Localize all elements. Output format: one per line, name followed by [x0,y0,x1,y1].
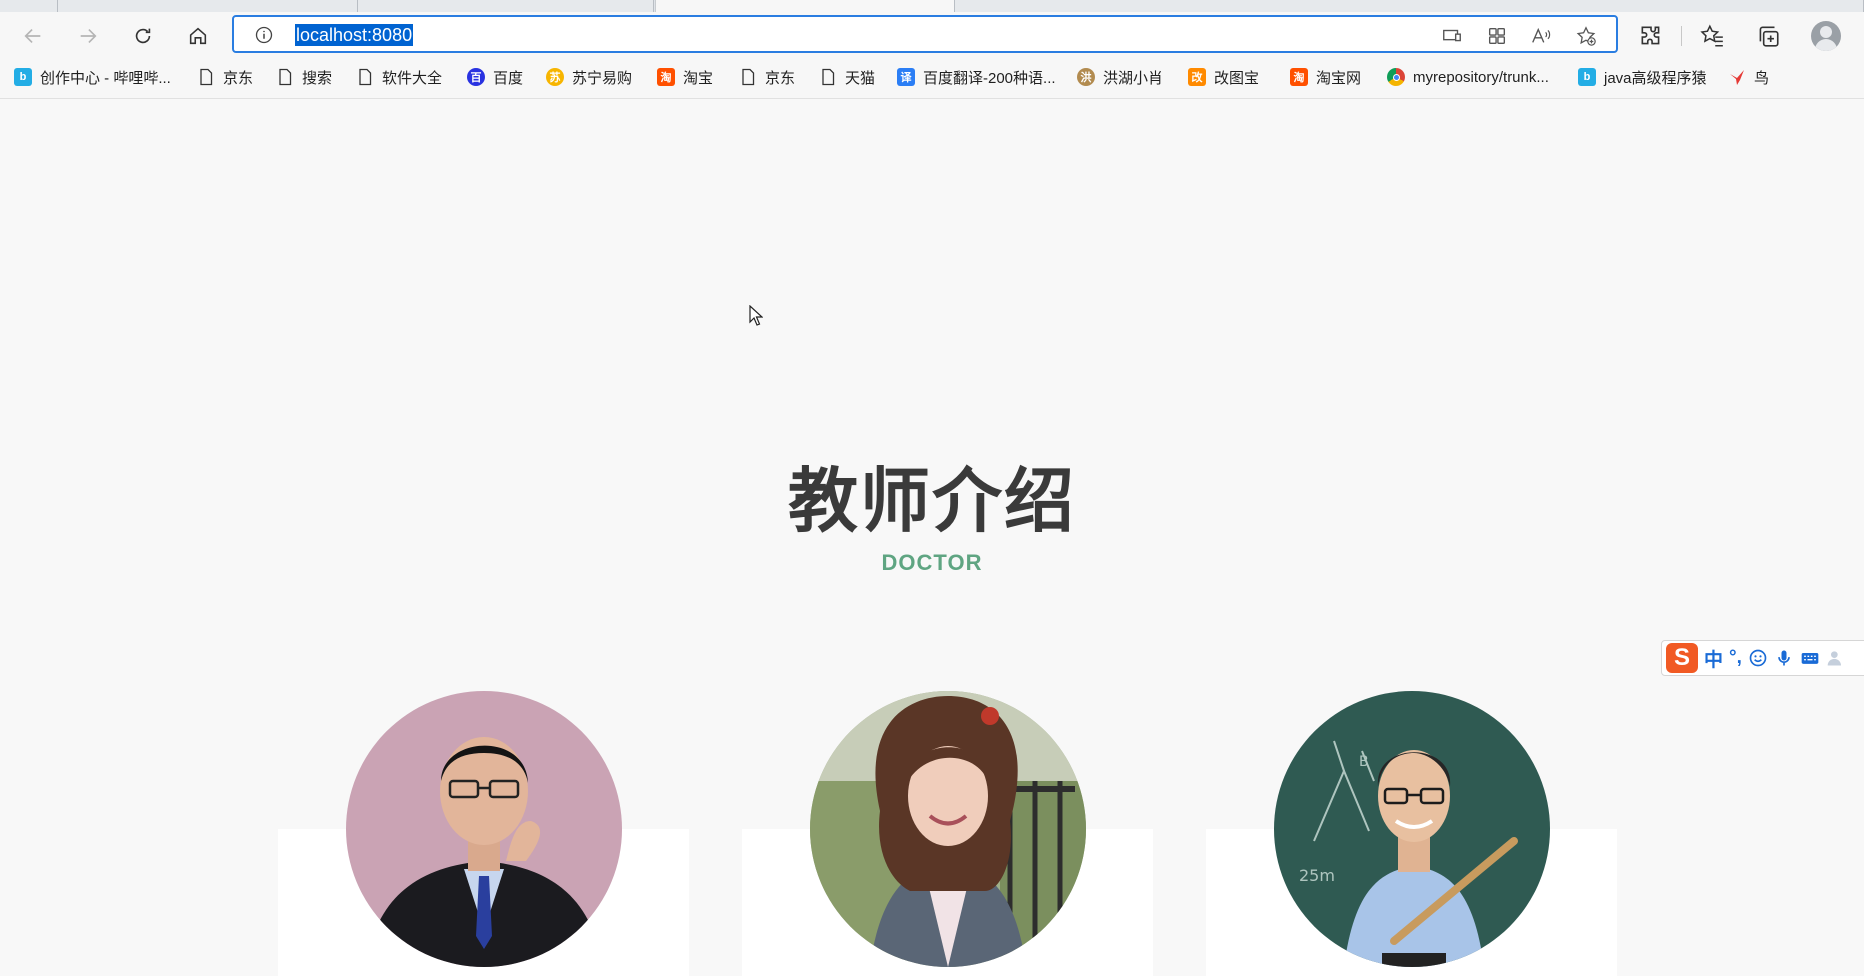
extensions-icon[interactable] [1638,23,1664,49]
tab-5[interactable] [955,0,1864,12]
bookmark-label: 苏宁易购 [572,69,633,87]
bookmark-label: 改图宝 [1214,69,1260,87]
svg-text:B: B [1359,754,1369,770]
tab-active[interactable] [655,0,955,12]
user-skin-icon[interactable] [1826,648,1846,668]
taobao-icon: 淘 [657,68,675,86]
ime-mode-toggle[interactable]: 中 [1704,645,1723,672]
bookmark-label: 洪湖小肖 [1103,69,1164,87]
reload-icon [135,28,151,44]
forward-arrow-icon [80,28,97,44]
chrome-icon [1387,68,1405,86]
bookmark-honghu[interactable]: 洪 洪湖小肖 [1077,66,1163,88]
bird-red-icon [1730,70,1744,85]
bookmark-label: 京东 [223,69,254,87]
bookmark-label: 淘宝 [683,69,714,87]
home-button[interactable] [183,21,213,51]
address-bar[interactable]: localhost:8080 [232,15,1618,53]
page-icon [279,68,292,86]
bilibili-icon: b [1578,68,1596,86]
reload-button[interactable] [128,21,158,51]
ime-toolbar[interactable]: S 中 °, [1661,640,1864,676]
bookmark-jd-2[interactable]: 京东 [739,66,795,88]
page-icon [822,68,835,86]
bookmark-search[interactable]: 搜索 [276,66,332,88]
bookmark-label: 天猫 [845,69,876,87]
bookmark-java[interactable]: b java高级程序猿 [1578,66,1707,88]
info-icon[interactable] [254,25,274,45]
sogou-logo-icon[interactable]: S [1666,643,1698,673]
collections-icon[interactable] [1755,23,1781,49]
back-button[interactable] [18,21,48,51]
bookmark-tmall[interactable]: 天猫 [819,66,875,88]
page-icon [742,68,755,86]
bookmark-label: 搜索 [302,69,333,87]
bookmark-software[interactable]: 软件大全 [356,66,442,88]
tab-strip [0,0,1864,12]
bookmark-suning[interactable]: 苏 苏宁易购 [546,66,632,88]
suning-icon: 苏 [546,68,564,86]
section-title: 教师介绍 [788,462,1076,540]
tab-3[interactable] [358,0,654,12]
teacher-photo-1 [346,691,622,967]
bookmark-bilibili[interactable]: b 创作中心 - 哔哩哔... [14,66,171,88]
cast-icon[interactable] [1441,25,1463,47]
browser-toolbar: localhost:8080 [0,12,1864,57]
page-icon [359,68,372,86]
bookmark-label: 京东 [765,69,796,87]
favorites-icon[interactable] [1699,23,1725,49]
back-arrow-icon [24,28,41,44]
add-favorite-icon[interactable] [1575,25,1597,47]
tab-1[interactable] [0,0,58,12]
bookmark-label: 软件大全 [382,69,443,87]
bookmarks-bar: b 创作中心 - 哔哩哔... 京东 搜索 软件大全 百 百度 苏 苏宁易购 淘… [0,57,1864,99]
baidu-icon: 百 [467,68,485,86]
toolbar-divider [1681,26,1682,46]
svg-text:25m: 25m [1299,866,1335,885]
bookmark-gaitubao[interactable]: 改 改图宝 [1188,66,1259,88]
baidu-translate-icon: 译 [897,68,915,86]
bookmark-taobao[interactable]: 淘 淘宝 [657,66,713,88]
bookmark-taobao-net[interactable]: 淘 淘宝网 [1290,66,1361,88]
gaitubao-icon: 改 [1188,68,1206,86]
bookmark-baidu-translate[interactable]: 译 百度翻译-200种语... [897,66,1056,88]
bookmark-label: 鸟 [1754,69,1770,87]
bookmark-label: 百度翻译-200种语... [923,69,1056,87]
bookmark-myrepository[interactable]: myrepository/trunk... [1387,66,1549,88]
mouse-cursor-icon [749,305,763,326]
url-text[interactable]: localhost:8080 [295,24,414,46]
emoji-icon[interactable] [1748,648,1768,668]
bookmark-label: 淘宝网 [1316,69,1362,87]
bilibili-icon: b [14,68,32,86]
ime-punctuation-toggle[interactable]: °, [1729,647,1742,669]
bookmark-label: 百度 [493,69,524,87]
microphone-icon[interactable] [1774,648,1794,668]
tab-2[interactable] [58,0,358,12]
bookmark-label: 创作中心 - 哔哩哔... [40,69,171,87]
profile-avatar[interactable] [1811,21,1841,51]
bookmark-label: java高级程序猿 [1604,69,1707,87]
home-icon [189,27,207,45]
taobao-icon: 淘 [1290,68,1308,86]
teacher-photo-2 [810,691,1086,967]
bookmark-baidu[interactable]: 百 百度 [467,66,523,88]
forward-button[interactable] [73,21,103,51]
apps-icon[interactable] [1486,25,1508,47]
page-content: 教师介绍 DOCTOR 25m B S 中 °, [0,100,1864,976]
teacher-photo-3: 25m B [1274,691,1550,967]
section-subtitle: DOCTOR [881,550,983,575]
keyboard-icon[interactable] [1800,648,1820,668]
bookmark-label: myrepository/trunk... [1413,68,1549,86]
read-aloud-icon[interactable] [1530,25,1552,47]
page-icon [200,68,213,86]
bird-icon: 洪 [1077,68,1095,86]
bookmark-bird[interactable]: 鸟 [1728,66,1769,88]
bookmark-jd[interactable]: 京东 [197,66,253,88]
